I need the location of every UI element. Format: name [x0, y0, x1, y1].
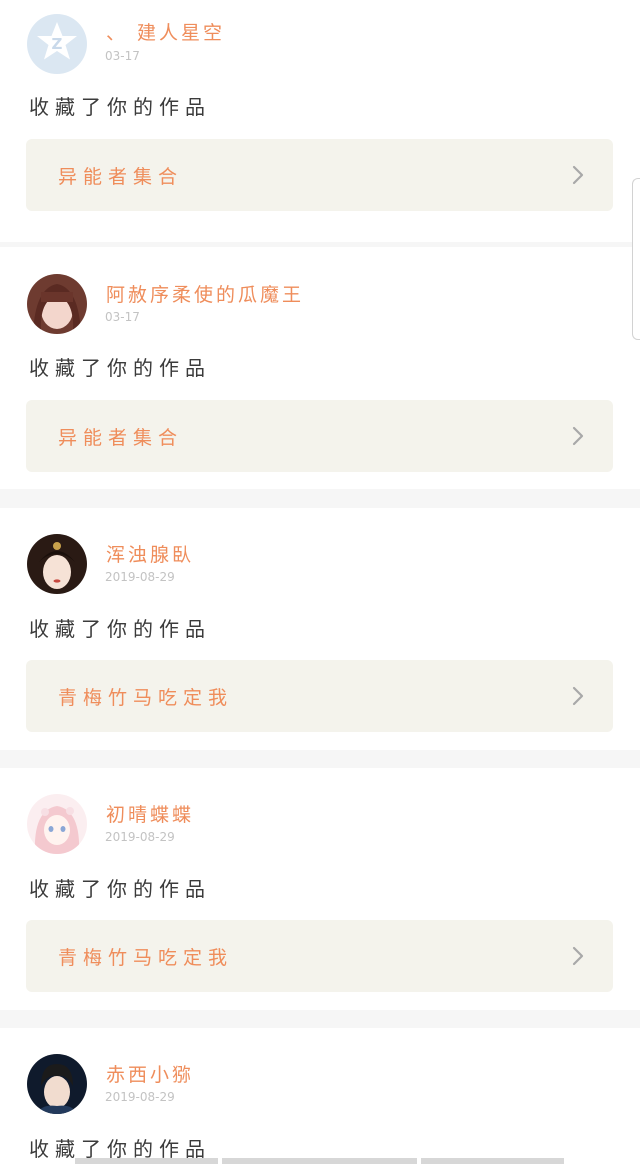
- activity-text: 收藏了你的作品: [29, 877, 211, 901]
- work-link-card[interactable]: 青梅竹马吃定我: [26, 660, 613, 732]
- timestamp: 03-17: [105, 310, 140, 324]
- username[interactable]: 初晴蝶蝶: [106, 800, 194, 827]
- avatar[interactable]: Z: [27, 14, 87, 74]
- username[interactable]: 浑浊腺臥: [106, 540, 194, 567]
- scrollbar[interactable]: [632, 178, 640, 340]
- chevron-right-icon: [572, 426, 584, 446]
- work-link-card[interactable]: 青梅竹马吃定我: [26, 920, 613, 992]
- timestamp: 2019-08-29: [105, 830, 175, 844]
- avatar[interactable]: [27, 794, 87, 854]
- notification-card: 赤西小猕 2019-08-29 收藏了你的作品: [0, 1028, 640, 1164]
- chevron-right-icon: [572, 686, 584, 706]
- girl-photo-avatar: [27, 274, 87, 334]
- work-title: 青梅竹马吃定我: [58, 947, 234, 969]
- notification-card: 初晴蝶蝶 2019-08-29 收藏了你的作品 青梅竹马吃定我: [0, 768, 640, 1010]
- work-link-card[interactable]: 异能者集合: [26, 400, 613, 472]
- username[interactable]: 赤西小猕: [106, 1060, 194, 1087]
- bottom-nav-segment: [75, 1158, 218, 1164]
- work-link-card[interactable]: 异能者集合: [26, 139, 613, 211]
- timestamp: 2019-08-29: [105, 570, 175, 584]
- avatar[interactable]: [27, 534, 87, 594]
- young-man-avatar: [27, 1054, 87, 1114]
- bottom-nav-segment: [222, 1158, 417, 1164]
- notification-card: 浑浊腺臥 2019-08-29 收藏了你的作品 青梅竹马吃定我: [0, 508, 640, 750]
- timestamp: 2019-08-29: [105, 1090, 175, 1104]
- timestamp: 03-17: [105, 49, 140, 63]
- chevron-right-icon: [572, 165, 584, 185]
- work-title: 青梅竹马吃定我: [58, 687, 234, 709]
- username[interactable]: 、 建人星空: [106, 18, 225, 45]
- avatar[interactable]: [27, 274, 87, 334]
- anime-girl-avatar: [27, 794, 87, 854]
- work-title: 异能者集合: [58, 427, 184, 449]
- costume-woman-avatar: [27, 534, 87, 594]
- activity-text: 收藏了你的作品: [29, 356, 211, 380]
- activity-text: 收藏了你的作品: [29, 95, 211, 119]
- bottom-nav-segment: [421, 1158, 564, 1164]
- work-title: 异能者集合: [58, 166, 184, 188]
- activity-text: 收藏了你的作品: [29, 617, 211, 641]
- svg-text:Z: Z: [52, 35, 63, 53]
- notification-feed: Z 、 建人星空 03-17 收藏了你的作品 异能者集合 阿赦序柔使的瓜魔王 0…: [0, 0, 640, 1164]
- chevron-right-icon: [572, 946, 584, 966]
- notification-card: Z 、 建人星空 03-17 收藏了你的作品 异能者集合: [0, 0, 640, 242]
- qzone-default-avatar: Z: [27, 14, 87, 74]
- avatar[interactable]: [27, 1054, 87, 1114]
- notification-card: 阿赦序柔使的瓜魔王 03-17 收藏了你的作品 异能者集合: [0, 247, 640, 489]
- username[interactable]: 阿赦序柔使的瓜魔王: [106, 280, 304, 307]
